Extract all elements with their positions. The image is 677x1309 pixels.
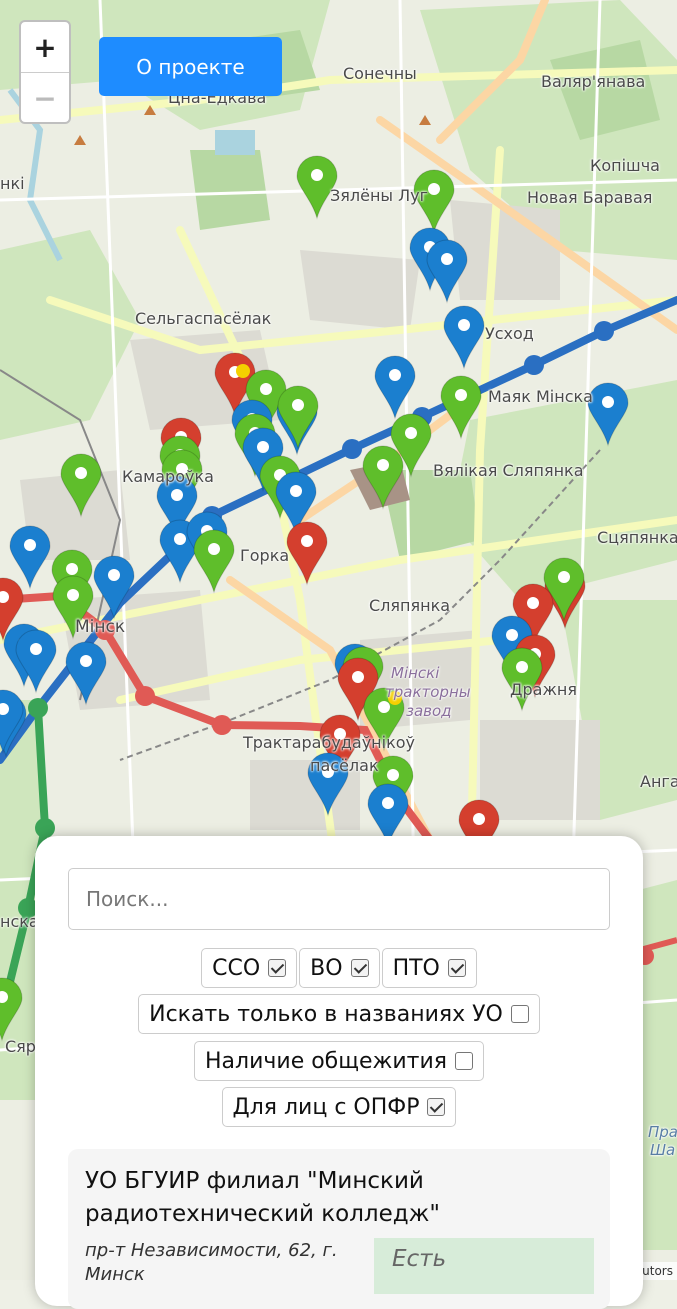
- filter-dormitory[interactable]: Наличие общежития: [194, 1041, 484, 1081]
- map-label: Горка: [240, 546, 290, 565]
- opfr-row: Для лиц с ОПФР: [35, 1087, 643, 1127]
- filter-dormitory-checkbox[interactable]: [454, 1052, 473, 1070]
- filter-pto-label: ПТО: [392, 955, 440, 981]
- map-marker[interactable]: [9, 525, 51, 590]
- filter-pto-checkbox[interactable]: [447, 959, 466, 977]
- map-marker[interactable]: [93, 555, 135, 620]
- map-label: Сцяпянка: [597, 528, 677, 547]
- filter-opfr[interactable]: Для лиц с ОПФР: [221, 1087, 457, 1127]
- map-label: Вялікая Сляпянка: [433, 461, 584, 480]
- result-card[interactable]: УО БГУИР филиал "Минский радиотехнически…: [68, 1149, 610, 1309]
- filter-opfr-label: Для лиц с ОПФР: [232, 1094, 420, 1120]
- map-marker[interactable]: [60, 453, 102, 518]
- map-marker[interactable]: [362, 445, 404, 510]
- filter-sso[interactable]: ССО: [201, 948, 298, 988]
- filter-panel: ССО ВО ПТО Искать только в названиях УО …: [35, 836, 643, 1309]
- map-label: Сяр: [5, 1037, 36, 1056]
- map-marker[interactable]: [277, 385, 319, 450]
- map-label: Камароўка: [122, 467, 214, 486]
- map-marker[interactable]: [65, 641, 107, 706]
- filter-names-only-label: Искать только в названиях УО: [149, 1001, 503, 1027]
- map-label: Сонечны: [343, 64, 417, 83]
- map-label: Мінскі: [391, 664, 440, 682]
- map-marker[interactable]: [286, 521, 328, 586]
- map-label: Анга: [640, 772, 677, 791]
- map-label: Усход: [485, 324, 534, 343]
- map-label: завод: [406, 702, 452, 720]
- filter-pto[interactable]: ПТО: [381, 948, 477, 988]
- filter-names-only[interactable]: Искать только в названиях УО: [138, 994, 540, 1034]
- map-label: Маяк Мінска: [488, 387, 593, 406]
- map-label: Зялёны Луг: [330, 186, 429, 205]
- map-marker[interactable]: [374, 355, 416, 420]
- result-title: УО БГУИР филиал "Минский радиотехнически…: [85, 1168, 440, 1227]
- about-project-button[interactable]: О проекте: [99, 37, 282, 96]
- map-label: Валяр'янава: [541, 72, 646, 91]
- zoom-control: + −: [19, 20, 71, 124]
- zoom-out-button[interactable]: −: [21, 72, 69, 122]
- map-marker[interactable]: [426, 239, 468, 304]
- map-marker[interactable]: [587, 382, 629, 447]
- map-label: Ша: [650, 1141, 676, 1159]
- type-filters: ССО ВО ПТО: [35, 948, 643, 988]
- filter-vo-label: ВО: [310, 955, 343, 981]
- filter-vo[interactable]: ВО: [299, 948, 380, 988]
- map-label: Сляпянка: [369, 596, 451, 615]
- zoom-in-button[interactable]: +: [21, 22, 69, 72]
- map-label: Копішча: [590, 156, 660, 175]
- filter-names-only-checkbox[interactable]: [510, 1005, 529, 1023]
- map-label: Дражня: [510, 680, 577, 699]
- map-attribution[interactable]: utors: [638, 1262, 677, 1280]
- marker-badge: [236, 364, 250, 378]
- map-marker[interactable]: [193, 529, 235, 594]
- names-only-row: Искать только в названиях УО: [35, 994, 643, 1034]
- map-marker[interactable]: [440, 375, 482, 440]
- filter-sso-checkbox[interactable]: [268, 959, 287, 977]
- filter-opfr-checkbox[interactable]: [427, 1098, 446, 1116]
- filter-dormitory-label: Наличие общежития: [205, 1048, 447, 1074]
- search-input[interactable]: [68, 868, 610, 930]
- map-label: Сельгаспасёлак: [135, 309, 272, 328]
- dormitory-badge: Есть: [374, 1238, 594, 1294]
- map-label: пасёлак: [310, 756, 379, 775]
- map-marker[interactable]: [15, 629, 57, 694]
- map-label: нкі: [0, 174, 25, 193]
- map-label: Мінск: [75, 617, 126, 637]
- map-label: Новая Баравая: [527, 188, 653, 207]
- map-label: Трактарабудаўнікоў: [243, 733, 415, 752]
- dormitory-row: Наличие общежития: [35, 1041, 643, 1081]
- map-marker[interactable]: [501, 647, 543, 712]
- filter-vo-checkbox[interactable]: [350, 959, 369, 977]
- map-marker[interactable]: [443, 305, 485, 370]
- filter-sso-label: ССО: [212, 955, 261, 981]
- map-label: Пра: [648, 1123, 677, 1141]
- map-marker[interactable]: [0, 977, 23, 1042]
- map-label: тракторны: [385, 683, 471, 701]
